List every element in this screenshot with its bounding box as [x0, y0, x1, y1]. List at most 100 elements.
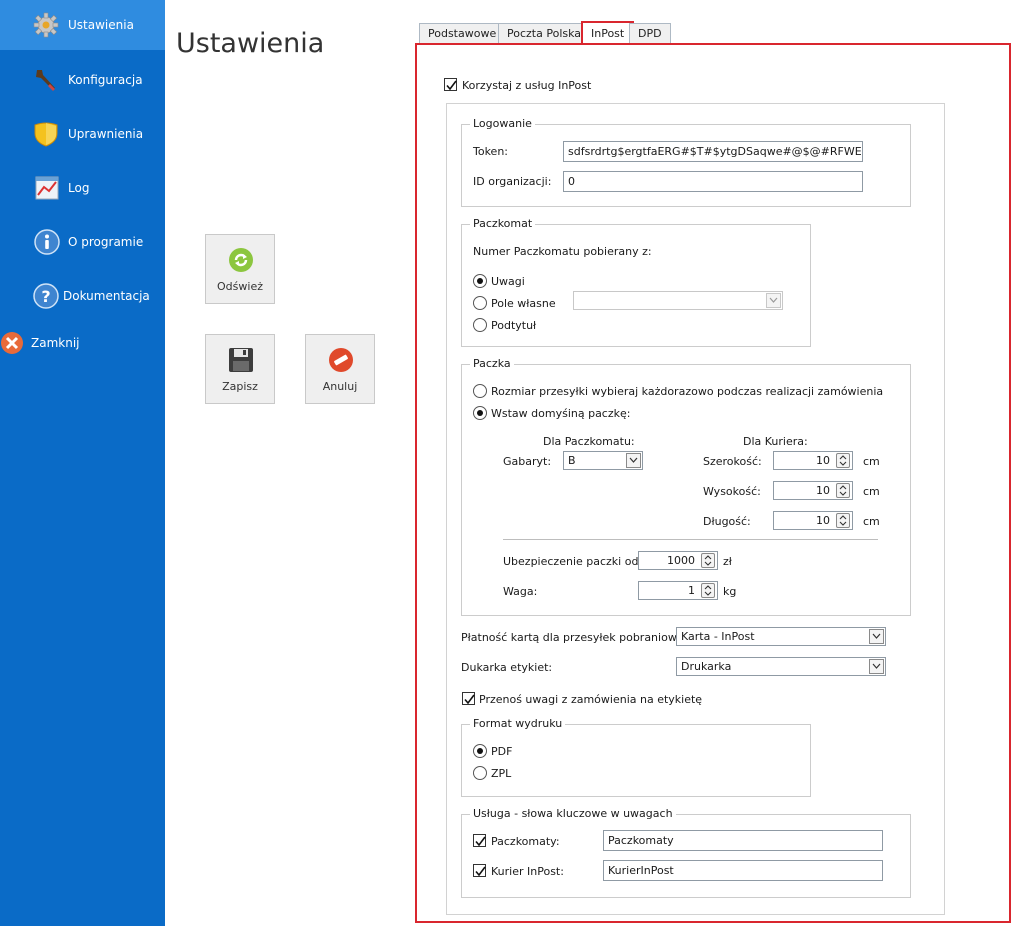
- payment-select[interactable]: Karta - InPost: [676, 627, 886, 646]
- sidebar: Ustawienia Konfiguracja Uprawnienia Log …: [0, 0, 165, 926]
- sidebar-item-documentation[interactable]: ? Dokumentacja: [0, 271, 165, 321]
- spinner-icon[interactable]: [701, 553, 715, 568]
- sidebar-item-log[interactable]: Log: [0, 163, 165, 213]
- format-pdf-label: PDF: [491, 745, 513, 758]
- use-inpost-checkbox[interactable]: [444, 78, 457, 91]
- sidebar-item-configuration[interactable]: Konfiguracja: [0, 55, 165, 105]
- size-select[interactable]: B: [563, 451, 643, 470]
- sidebar-item-label: O programie: [68, 235, 144, 249]
- size-label: Gabaryt:: [503, 455, 552, 468]
- save-label: Zapisz: [222, 380, 258, 393]
- length-stepper[interactable]: 10: [773, 511, 853, 530]
- use-inpost-label: Korzystaj z usług InPost: [462, 79, 592, 92]
- tab-basic[interactable]: Podstawowe: [419, 23, 506, 45]
- size-value: B: [568, 454, 576, 467]
- gear-icon: [33, 12, 59, 38]
- locker-source-notes-label: Uwagi: [491, 275, 525, 288]
- courier-keyword-checkbox[interactable]: [473, 864, 486, 877]
- lockers-keyword-field[interactable]: Paczkomaty: [603, 830, 883, 851]
- refresh-icon: [228, 247, 254, 273]
- help-icon: ?: [33, 283, 59, 309]
- divider: [503, 539, 878, 540]
- spinner-icon[interactable]: [836, 513, 850, 528]
- keywords-group-title: Usługa - słowa kluczowe w uwagach: [470, 807, 676, 820]
- sidebar-item-label: Konfiguracja: [68, 73, 143, 87]
- weight-unit: kg: [723, 585, 737, 598]
- print-format-group: Format wydruku: [461, 717, 811, 797]
- wrench-icon: [33, 67, 59, 93]
- lockers-keyword-label: Paczkomaty:: [491, 835, 560, 848]
- locker-group-title: Paczkomat: [470, 217, 536, 230]
- spinner-icon[interactable]: [701, 583, 715, 598]
- parcel-default-radio[interactable]: [473, 406, 487, 420]
- insurance-value: 1000: [667, 554, 695, 567]
- width-value: 10: [816, 454, 830, 467]
- tab-label: Podstawowe: [428, 27, 497, 40]
- sidebar-item-close[interactable]: Zamknij: [0, 319, 165, 369]
- weight-value: 1: [688, 584, 695, 597]
- cancel-button[interactable]: Anuluj: [305, 334, 375, 404]
- spinner-icon[interactable]: [836, 483, 850, 498]
- insurance-stepper[interactable]: 1000: [638, 551, 718, 570]
- width-unit: cm: [863, 455, 880, 468]
- transfer-notes-checkbox[interactable]: [462, 692, 475, 705]
- sidebar-item-label: Zamknij: [31, 336, 80, 350]
- length-value: 10: [816, 514, 830, 527]
- refresh-button[interactable]: Odśwież: [205, 234, 275, 304]
- courier-keyword-label: Kurier InPost:: [491, 865, 564, 878]
- locker-source-label: Numer Paczkomatu pobierany z:: [473, 245, 652, 258]
- locker-source-subtitle-radio[interactable]: [473, 318, 487, 332]
- spinner-icon[interactable]: [836, 453, 850, 468]
- insurance-label: Ubezpieczenie paczki od:: [503, 555, 643, 568]
- locker-source-notes-radio[interactable]: [473, 274, 487, 288]
- printer-select[interactable]: Drukarka: [676, 657, 886, 676]
- cancel-icon: [328, 347, 354, 373]
- close-icon: [0, 331, 24, 355]
- courier-keyword-field[interactable]: KurierInPost: [603, 860, 883, 881]
- chevron-down-icon: [869, 659, 884, 674]
- chart-icon: [34, 175, 60, 201]
- org-id-label: ID organizacji:: [473, 175, 552, 188]
- lockers-keyword-checkbox[interactable]: [473, 834, 486, 847]
- courier-column-header: Dla Kuriera:: [743, 435, 808, 448]
- sidebar-item-label: Log: [68, 181, 90, 195]
- save-button[interactable]: Zapisz: [205, 334, 275, 404]
- tab-polish-post[interactable]: Poczta Polska: [498, 23, 591, 45]
- sidebar-item-label: Ustawienia: [68, 18, 134, 32]
- length-label: Długość:: [703, 515, 751, 528]
- sidebar-item-permissions[interactable]: Uprawnienia: [0, 109, 165, 159]
- locker-column-header: Dla Paczkomatu:: [543, 435, 635, 448]
- page-title: Ustawienia: [176, 28, 325, 59]
- width-stepper[interactable]: 10: [773, 451, 853, 470]
- token-field[interactable]: sdfsrdrtg$ergtfaERG#$T#$ytgDSaqwe#@$@#RF…: [563, 141, 863, 162]
- height-label: Wysokość:: [703, 485, 761, 498]
- parcel-each-time-radio[interactable]: [473, 384, 487, 398]
- width-label: Szerokość:: [703, 455, 762, 468]
- tab-label: Poczta Polska: [507, 27, 582, 40]
- tab-inpost[interactable]: InPost: [581, 21, 635, 44]
- token-label: Token:: [473, 145, 509, 158]
- printer-value: Drukarka: [681, 660, 732, 673]
- print-format-group-title: Format wydruku: [470, 717, 566, 730]
- sidebar-item-label: Uprawnienia: [68, 127, 144, 141]
- sidebar-item-about[interactable]: O programie: [0, 217, 165, 267]
- sidebar-item-settings[interactable]: Ustawienia: [0, 0, 165, 50]
- tab-dpd[interactable]: DPD: [629, 23, 671, 45]
- shield-icon: [33, 121, 59, 147]
- sidebar-item-label: Dokumentacja: [63, 289, 150, 303]
- format-zpl-label: ZPL: [491, 767, 512, 780]
- height-value: 10: [816, 484, 830, 497]
- org-id-field[interactable]: 0: [563, 171, 863, 192]
- format-pdf-radio[interactable]: [473, 744, 487, 758]
- payment-value: Karta - InPost: [681, 630, 755, 643]
- custom-field-select[interactable]: [573, 291, 783, 310]
- parcel-each-time-label: Rozmiar przesyłki wybieraj każdorazowo p…: [491, 385, 884, 398]
- weight-stepper[interactable]: 1: [638, 581, 718, 600]
- printer-label: Dukarka etykiet:: [461, 661, 553, 674]
- refresh-label: Odśwież: [217, 280, 263, 293]
- height-stepper[interactable]: 10: [773, 481, 853, 500]
- login-group: Logowanie: [461, 117, 911, 207]
- parcel-default-label: Wstaw domyśiną paczkę:: [491, 407, 631, 420]
- format-zpl-radio[interactable]: [473, 766, 487, 780]
- locker-source-custom-radio[interactable]: [473, 296, 487, 310]
